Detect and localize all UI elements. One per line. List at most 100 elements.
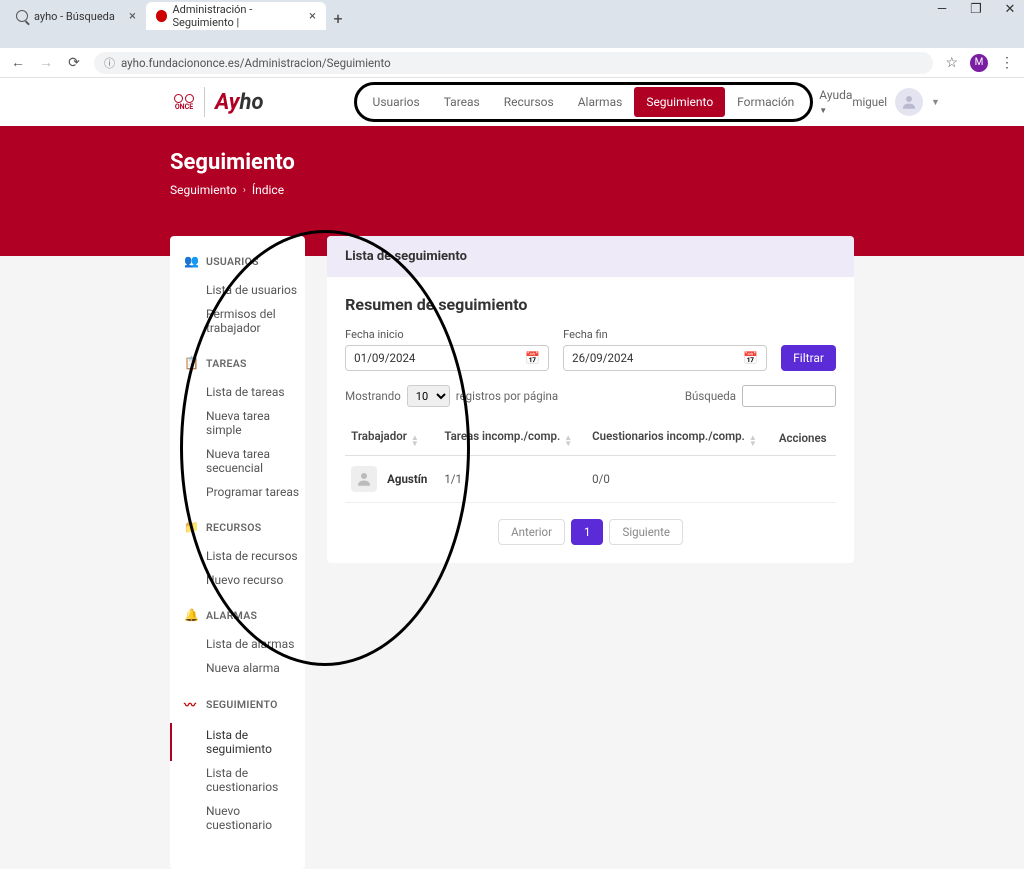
brand-logo[interactable]: ONCE Ayho (174, 87, 264, 117)
tab-close-icon[interactable]: × (129, 9, 136, 24)
new-tab-button[interactable]: + (326, 6, 350, 30)
user-menu[interactable]: miguel ▼ (852, 88, 940, 116)
sidebar-item-lista-cuestionarios[interactable]: Lista de cuestionarios (170, 761, 305, 799)
showing-label-post: registros por página (456, 389, 558, 403)
nav-recursos[interactable]: Recursos (492, 87, 566, 117)
close-window-button[interactable]: ✕ (1000, 2, 1020, 17)
tab-title: ayho - Búsqueda (34, 10, 115, 23)
breadcrumb-item: Índice (252, 183, 284, 197)
browser-tab-1[interactable]: Administración - Seguimiento | × (146, 2, 326, 30)
logo-divider (204, 87, 205, 117)
sidebar: 👥USUARIOS Lista de usuarios Permisos del… (170, 236, 305, 869)
browser-menu-icon[interactable]: ⋮ (1000, 55, 1014, 71)
nav-alarmas[interactable]: Alarmas (566, 87, 635, 117)
sidebar-heading-usuarios: 👥USUARIOS (170, 250, 305, 272)
showing-label-pre: Mostrando (345, 389, 401, 403)
reload-button[interactable]: ⟳ (66, 55, 82, 71)
calendar-icon: 📅 (743, 351, 758, 365)
filter-button[interactable]: Filtrar (781, 345, 836, 371)
date-end-input[interactable]: 26/09/2024 📅 (563, 345, 767, 371)
search-input[interactable] (742, 385, 836, 407)
col-tareas[interactable]: Tareas incomp./comp.▲▼ (438, 421, 586, 456)
filter-row: Fecha inicio 01/09/2024 📅 Fecha fin 26/0… (345, 328, 836, 371)
sidebar-heading-alarmas: 🔔ALARMAS (170, 604, 305, 626)
card-header: Lista de seguimiento (327, 236, 854, 277)
tab-close-icon[interactable]: × (309, 9, 316, 24)
worker-name: Agustín (387, 472, 427, 486)
user-avatar-icon (895, 88, 923, 116)
address-bar[interactable]: ⓘ ayho.fundaciononce.es/Administracion/S… (94, 52, 933, 74)
sort-icon: ▲▼ (411, 435, 419, 447)
col-cuestionarios[interactable]: Cuestionarios incomp./comp.▲▼ (586, 421, 773, 456)
forward-button: → (38, 54, 54, 71)
bell-icon: 🔔 (184, 608, 198, 622)
window-controls: ― ❐ ✕ (932, 2, 1020, 17)
folder-icon: 📁 (184, 520, 198, 534)
per-page-select[interactable]: 10 (407, 385, 450, 407)
breadcrumb-item[interactable]: Seguimiento (170, 183, 237, 197)
cell-actions (773, 456, 836, 503)
pager-page-button[interactable]: 1 (571, 519, 603, 545)
nav-usuarios[interactable]: Usuarios (361, 87, 432, 117)
chevron-down-icon: ▼ (931, 97, 940, 108)
sidebar-item-nuevo-recurso[interactable]: Nuevo recurso (170, 568, 305, 592)
breadcrumb: Seguimiento › Índice (170, 183, 1024, 197)
chevron-down-icon: ▼ (819, 106, 827, 115)
users-icon: 👥 (184, 254, 198, 268)
nav-tareas[interactable]: Tareas (432, 87, 492, 117)
col-acciones: Acciones (773, 421, 836, 456)
sort-icon: ▲▼ (564, 435, 572, 447)
sidebar-item-nueva-tarea-secuencial[interactable]: Nueva tarea secuencial (170, 442, 305, 480)
sidebar-item-lista-seguimiento[interactable]: Lista de seguimiento (170, 723, 305, 761)
chevron-right-icon: › (243, 185, 246, 196)
url-text: ayho.fundaciononce.es/Administracion/Seg… (121, 56, 391, 70)
pager-prev-button[interactable]: Anterior (498, 519, 565, 545)
once-logo: ONCE (174, 94, 194, 111)
tab-strip: ayho - Búsqueda × Administración - Segui… (0, 0, 1024, 30)
pulse-icon: 〰 (184, 696, 198, 713)
app-favicon-icon (156, 10, 167, 22)
main-card: Lista de seguimiento Resumen de seguimie… (327, 236, 854, 563)
top-nav: Usuarios Tareas Recursos Alarmas Seguimi… (354, 82, 814, 122)
site-info-icon[interactable]: ⓘ (104, 55, 115, 71)
date-start-label: Fecha inicio (345, 328, 549, 341)
minimize-button[interactable]: ― (932, 2, 952, 17)
ayho-logo: Ayho (215, 90, 264, 115)
table-row[interactable]: Agustín 1/1 0/0 (345, 456, 836, 503)
sidebar-item-lista-alarmas[interactable]: Lista de alarmas (170, 632, 305, 656)
sidebar-item-permisos[interactable]: Permisos del trabajador (170, 302, 305, 340)
nav-formacion[interactable]: Formación (725, 87, 806, 117)
pager-next-button[interactable]: Siguiente (609, 519, 683, 545)
back-button[interactable]: ← (10, 54, 26, 71)
sidebar-item-lista-tareas[interactable]: Lista de tareas (170, 380, 305, 404)
app-header: ONCE Ayho Usuarios Tareas Recursos Alarm… (0, 78, 1024, 126)
date-end-label: Fecha fin (563, 328, 767, 341)
search-label: Búsqueda (685, 389, 736, 403)
browser-chrome: ayho - Búsqueda × Administración - Segui… (0, 0, 1024, 48)
browser-tab-0[interactable]: ayho - Búsqueda × (6, 2, 146, 30)
cell-tasks: 1/1 (438, 456, 586, 503)
tasks-icon: 📋 (184, 356, 198, 370)
sidebar-item-nueva-tarea-simple[interactable]: Nueva tarea simple (170, 404, 305, 442)
user-name: miguel (852, 95, 887, 109)
table-controls: Mostrando 10 registros por página Búsque… (345, 385, 836, 407)
content-row: 👥USUARIOS Lista de usuarios Permisos del… (0, 246, 1024, 869)
maximize-button[interactable]: ❐ (966, 2, 986, 17)
help-dropdown[interactable]: Ayuda ▼ (819, 88, 852, 116)
sort-icon: ▲▼ (749, 435, 757, 447)
sidebar-item-nueva-alarma[interactable]: Nueva alarma (170, 656, 305, 680)
sidebar-heading-seguimiento: 〰SEGUIMIENTO (170, 692, 305, 717)
sidebar-item-lista-recursos[interactable]: Lista de recursos (170, 544, 305, 568)
col-trabajador[interactable]: Trabajador▲▼ (345, 421, 438, 456)
page-title: Seguimiento (170, 150, 1024, 175)
bookmark-icon[interactable]: ☆ (945, 55, 958, 71)
date-start-input[interactable]: 01/09/2024 📅 (345, 345, 549, 371)
search-icon (16, 10, 28, 22)
profile-avatar[interactable]: M (970, 54, 988, 72)
tab-title: Administración - Seguimiento | (173, 3, 304, 29)
nav-seguimiento[interactable]: Seguimiento (634, 87, 725, 117)
sidebar-item-lista-usuarios[interactable]: Lista de usuarios (170, 278, 305, 302)
worker-avatar-icon (351, 466, 377, 492)
sidebar-item-programar-tareas[interactable]: Programar tareas (170, 480, 305, 504)
sidebar-item-nuevo-cuestionario[interactable]: Nuevo cuestionario (170, 799, 305, 837)
